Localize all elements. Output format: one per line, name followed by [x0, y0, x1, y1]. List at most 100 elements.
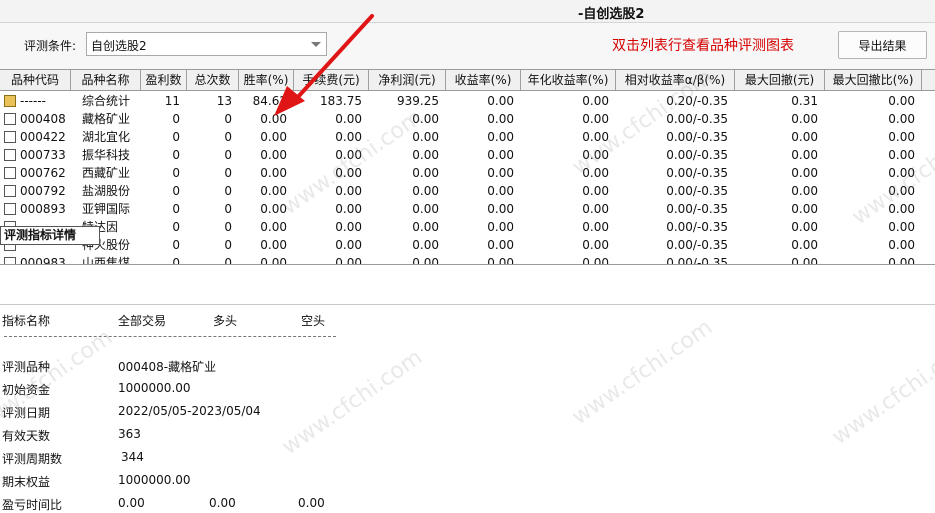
condition-select[interactable]: 自创选股2 — [86, 32, 327, 56]
column-header[interactable]: 年化收益率(%) — [521, 70, 616, 90]
table-cell: 0.00 — [335, 184, 362, 198]
table-cell: 84.62 — [252, 94, 287, 108]
table-cell: 0.00/-0.35 — [666, 130, 728, 144]
export-results-button[interactable]: 导出结果 — [838, 31, 927, 59]
table-row[interactable]: 特达因 0 0 0.00 0.00 0.00 0.00 0.00 0.00/-0.35 0.00 0… — [0, 218, 935, 236]
cell-code: 000422 — [20, 130, 66, 144]
table-row[interactable]: 神火股份 0 0 0.00 0.00 0.00 0.00 0.00 0.00/-0.35 0.00… — [0, 236, 935, 254]
table-cell: 0.00 — [888, 202, 915, 216]
table-cell: 0.00 — [335, 112, 362, 126]
detail-value: 1000000.00 — [118, 473, 191, 487]
column-header[interactable]: 收益率(%) — [446, 70, 521, 90]
table-cell: 0.00 — [791, 130, 818, 144]
table-cell: 0 — [172, 112, 180, 126]
table-cell: 0.00 — [582, 220, 609, 234]
table-body: ------ 综合统计 11 13 84.62 183.75 939.25 0.00 0.00 0… — [0, 92, 935, 264]
table-cell: 0.00 — [582, 166, 609, 180]
table-cell: 0 — [224, 202, 232, 216]
document-icon — [4, 131, 16, 143]
detail-value-long: 0.00 — [209, 496, 236, 510]
column-header[interactable]: 品种名称 — [71, 70, 141, 90]
table-row[interactable]: 000422 湖北宜化 0 0 0.00 0.00 0.00 0.00 0.00 0.00/-0.… — [0, 128, 935, 146]
table-cell: 0.31 — [791, 94, 818, 108]
table-cell: 0.00/-0.35 — [666, 148, 728, 162]
cell-name: 综合统计 — [82, 94, 131, 108]
document-icon — [4, 257, 16, 264]
table-cell: 0.00 — [260, 148, 287, 162]
table-cell: 0.00 — [412, 256, 439, 264]
table-cell: 0.00/-0.35 — [666, 166, 728, 180]
column-header[interactable]: 总次数 — [187, 70, 239, 90]
table-cell: 0.00 — [582, 184, 609, 198]
tooltip: 评测指标详情 — [0, 226, 100, 245]
chevron-down-icon[interactable] — [311, 42, 321, 47]
table-cell: 0.00 — [487, 184, 514, 198]
column-header[interactable]: 胜率(%) — [239, 70, 294, 90]
table-cell: 939.25 — [397, 94, 439, 108]
table-cell: 0.00 — [260, 256, 287, 264]
document-icon — [4, 203, 16, 215]
table-cell: 0.00 — [260, 202, 287, 216]
detail-panel: 指标名称 全部交易 多头 空头 评测品种 000408-藏格矿业 初始资金 10000… — [0, 305, 935, 513]
table-cell: 0.00/-0.35 — [666, 112, 728, 126]
column-header[interactable]: 最大回撤比(%) — [825, 70, 922, 90]
table-cell: 0 — [224, 112, 232, 126]
table-cell: 0.00 — [335, 220, 362, 234]
table-row[interactable]: 000893 亚钾国际 0 0 0.00 0.00 0.00 0.00 0.00 0.00/-0.… — [0, 200, 935, 218]
table-cell: 0.00 — [888, 94, 915, 108]
table-cell: 0 — [224, 256, 232, 264]
detail-value: 363 — [118, 427, 141, 441]
table-cell: 0.00 — [412, 220, 439, 234]
detail-header-name: 指标名称 — [2, 314, 51, 328]
table-row[interactable]: 000762 西藏矿业 0 0 0.00 0.00 0.00 0.00 0.00 0.00/-0.… — [0, 164, 935, 182]
table-cell: 0 — [224, 238, 232, 252]
table-cell: 0 — [172, 148, 180, 162]
table-cell: 0.00 — [791, 256, 818, 264]
table-cell: 0.00/-0.35 — [666, 184, 728, 198]
detail-value: 000408-藏格矿业 — [118, 360, 217, 374]
cell-code: 000733 — [20, 148, 66, 162]
table-cell: 0.00 — [335, 130, 362, 144]
detail-label: 初始资金 — [2, 383, 51, 397]
document-icon — [4, 167, 16, 179]
detail-label: 评测周期数 — [2, 452, 63, 466]
detail-value: 344 — [121, 450, 144, 464]
table-cell: 0.00 — [412, 148, 439, 162]
table-cell: 0.00 — [412, 166, 439, 180]
folder-icon — [4, 95, 16, 107]
table-cell: 0.00 — [487, 94, 514, 108]
table-cell: 0.00 — [412, 238, 439, 252]
table-cell: 0.00 — [260, 112, 287, 126]
table-row[interactable]: 000792 盐湖股份 0 0 0.00 0.00 0.00 0.00 0.00 0.00/-0.… — [0, 182, 935, 200]
table-cell: 0 — [224, 220, 232, 234]
table-cell: 0.00 — [412, 112, 439, 126]
column-header[interactable]: 相对收益率α/β(%) — [616, 70, 735, 90]
table-cell: 0 — [172, 166, 180, 180]
table-row[interactable]: ------ 综合统计 11 13 84.62 183.75 939.25 0.00 0.00 0… — [0, 92, 935, 110]
cell-code: 000893 — [20, 202, 66, 216]
cell-name: 盐湖股份 — [82, 184, 131, 198]
detail-value: 2022/05/05-2023/05/04 — [118, 404, 261, 418]
column-header[interactable]: 品种代码 — [0, 70, 71, 90]
cell-name: 振华科技 — [82, 148, 131, 162]
column-header[interactable]: 盈利数 — [141, 70, 187, 90]
cell-code: 000983 — [20, 256, 66, 264]
table-row[interactable]: 000983 山西焦煤 0 0 0.00 0.00 0.00 0.00 0.00 0.00/-0.… — [0, 254, 935, 264]
column-header[interactable]: 最大回撤(元) — [735, 70, 825, 90]
table-cell: 0.00 — [260, 166, 287, 180]
table-cell: 0.00 — [487, 130, 514, 144]
table-cell: 0.00 — [335, 166, 362, 180]
table-cell: 0.00 — [260, 220, 287, 234]
detail-value: 1000000.00 — [118, 381, 191, 395]
detail-label: 期末权益 — [2, 475, 51, 489]
table-cell: 0.00 — [888, 166, 915, 180]
detail-header-short: 空头 — [301, 314, 326, 328]
results-table: 品种代码 品种名称 盈利数 总次数 胜率(%) 手续费(元) 净利润(元) 收益率(%) 年化收… — [0, 69, 935, 265]
table-row[interactable]: 000408 藏格矿业 0 0 0.00 0.00 0.00 0.00 0.00 0.00/-0.… — [0, 110, 935, 128]
detail-header-long: 多头 — [213, 314, 238, 328]
table-row[interactable]: 000733 振华科技 0 0 0.00 0.00 0.00 0.00 0.00 0.00/-0.… — [0, 146, 935, 164]
column-header[interactable]: 手续费(元) — [294, 70, 369, 90]
column-header[interactable]: 净利润(元) — [369, 70, 446, 90]
table-cell: 0.00 — [791, 112, 818, 126]
table-cell: 0.00 — [888, 112, 915, 126]
